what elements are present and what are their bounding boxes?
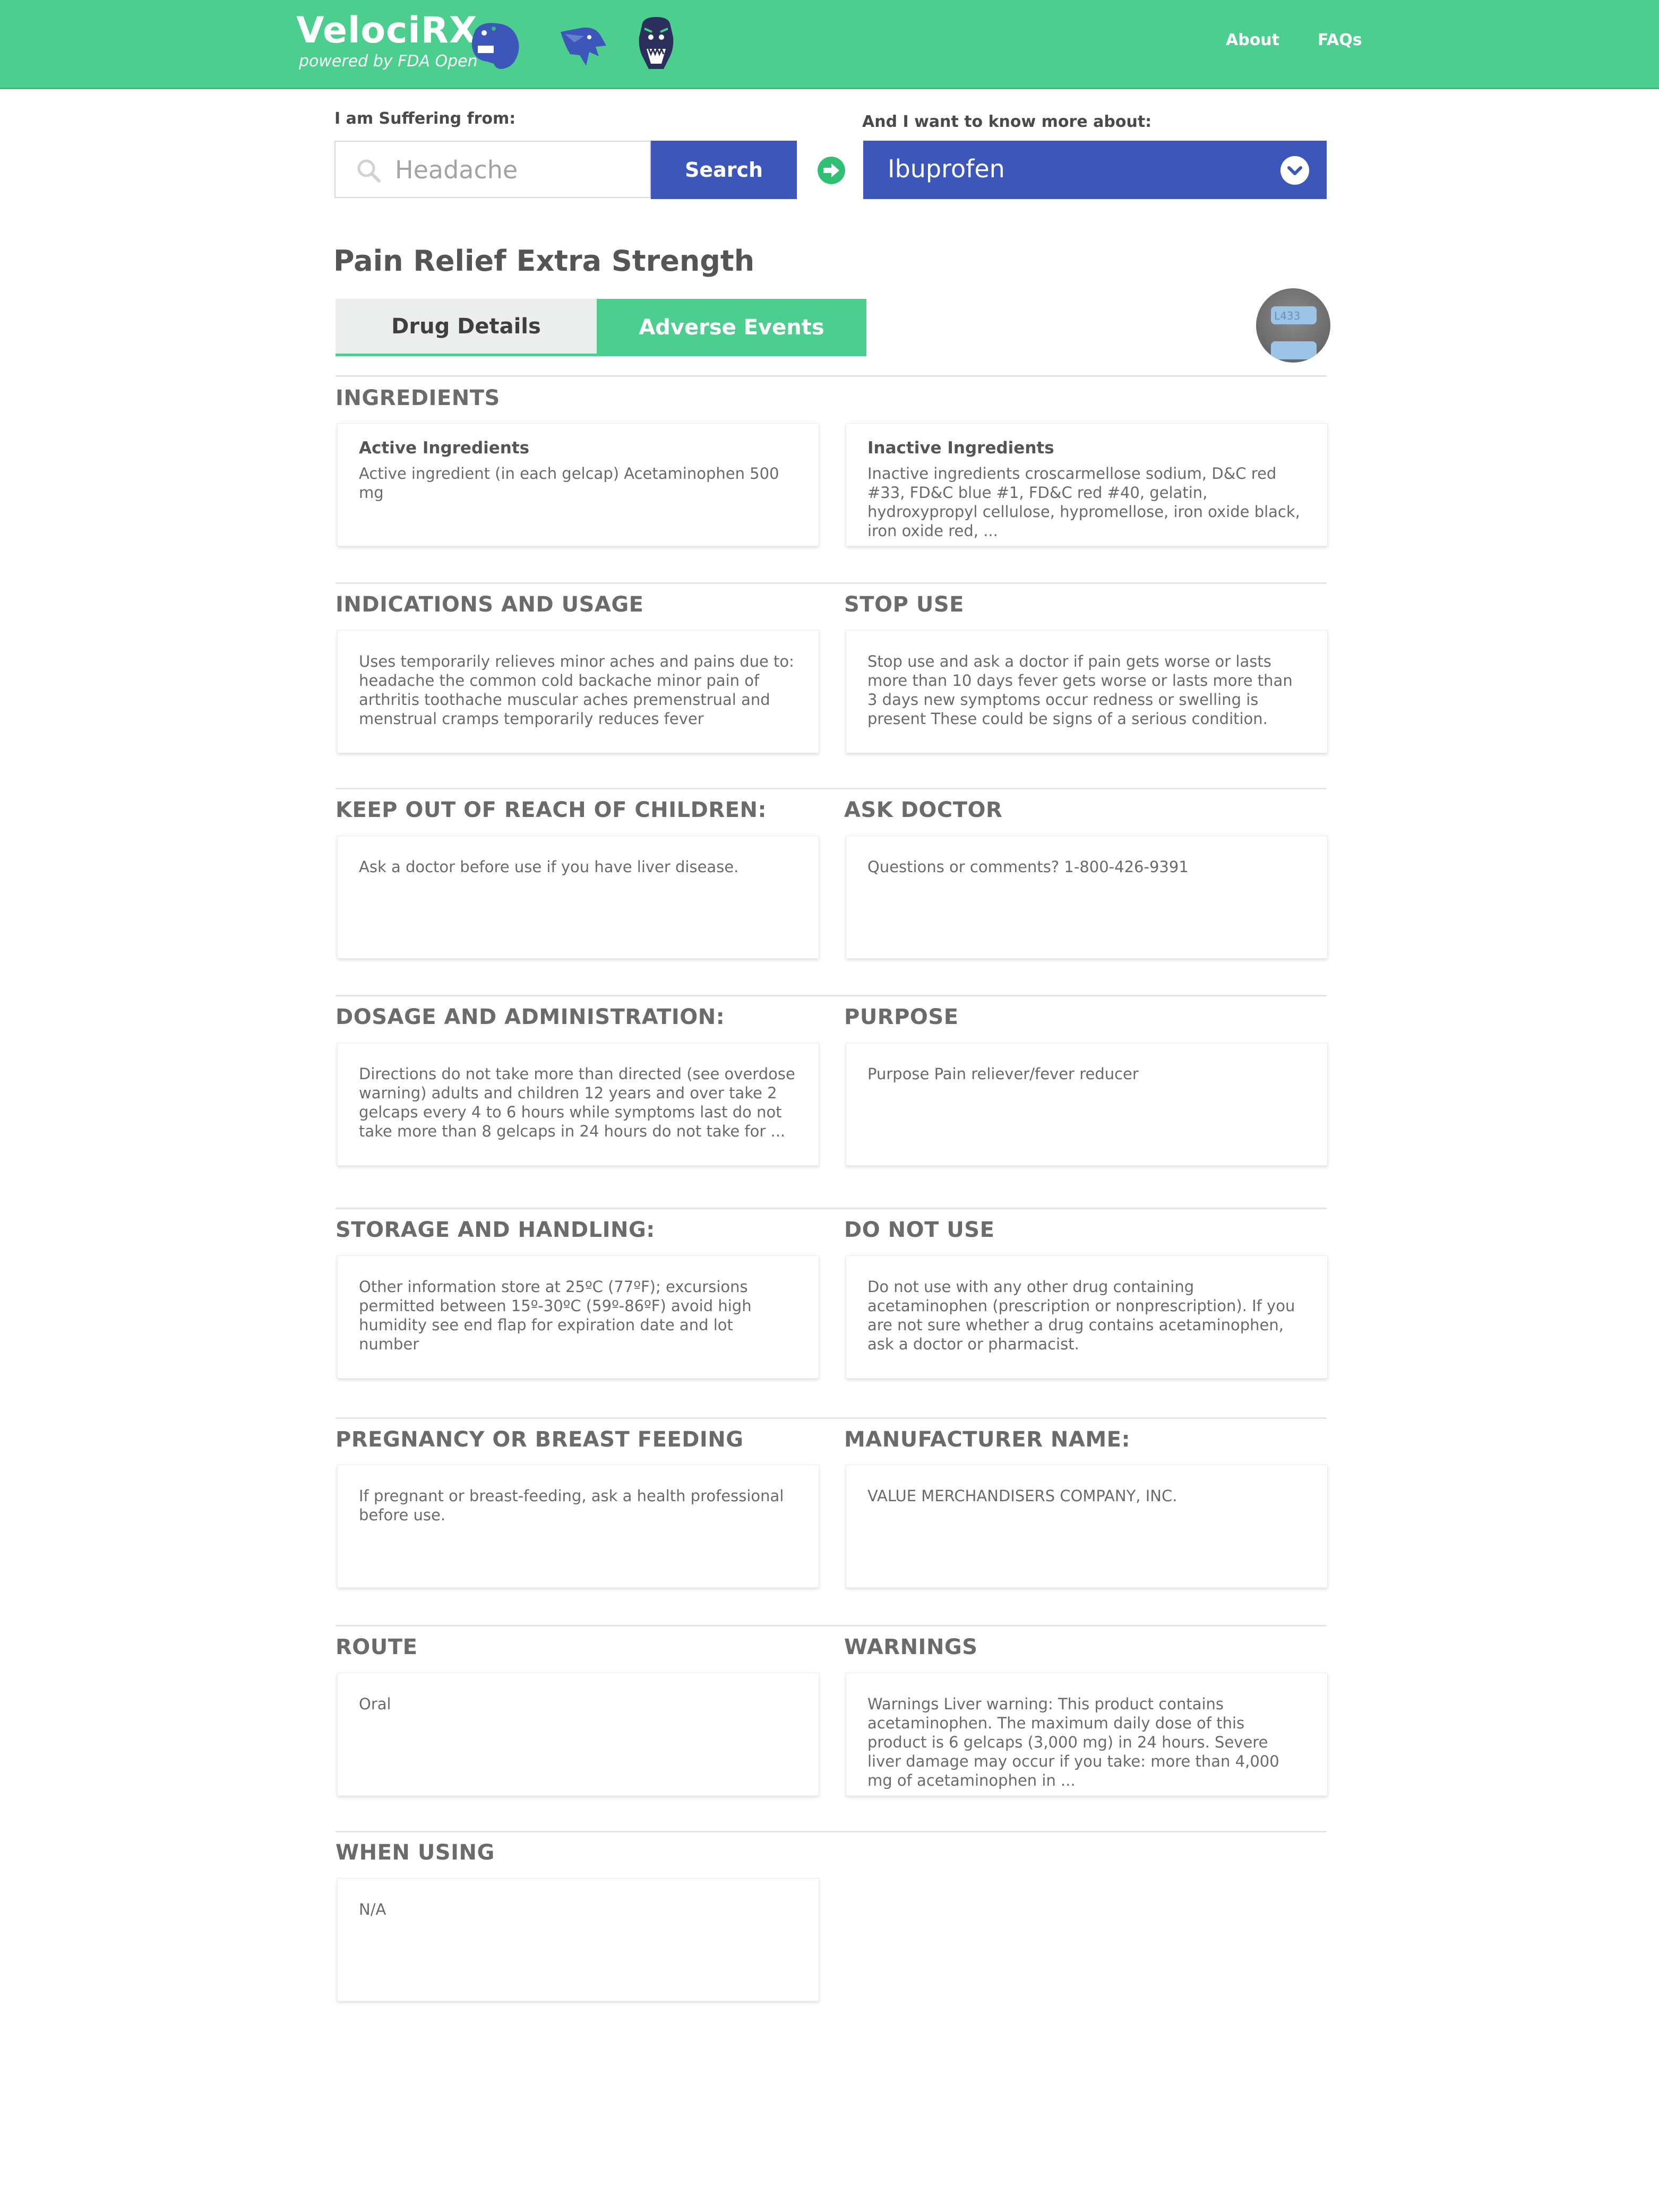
keep-out-heading: KEEP OUT OF REACH OF CHILDREN:	[336, 798, 767, 822]
manufacturer-card: VALUE MERCHANDISERS COMPANY, INC.	[846, 1465, 1328, 1588]
warnings-text: Warnings Liver warning: This product con…	[867, 1695, 1279, 1789]
storage-card: Other information store at 25ºC (77ºF); …	[337, 1255, 819, 1379]
stop-use-heading: STOP USE	[844, 592, 964, 617]
symptom-search-box[interactable]	[334, 141, 651, 198]
indications-text: Uses temporarily relieves minor aches an…	[359, 652, 794, 728]
divider	[336, 788, 1327, 789]
logo[interactable]: VelociRX	[296, 10, 477, 51]
tab-drug-details[interactable]: Drug Details	[336, 299, 597, 356]
stop-use-card: Stop use and ask a doctor if pain gets w…	[846, 630, 1328, 753]
arrow-right-icon	[818, 157, 845, 184]
warnings-heading: WARNINGS	[844, 1635, 978, 1659]
suffering-label: I am Suffering from:	[334, 109, 516, 128]
storage-heading: STORAGE AND HANDLING:	[336, 1218, 655, 1242]
keep-out-card: Ask a doctor before use if you have live…	[337, 836, 819, 959]
inactive-ingredients-title: Inactive Ingredients	[867, 438, 1054, 458]
nav-about[interactable]: About	[1226, 31, 1279, 49]
ingredients-heading: INGREDIENTS	[336, 386, 500, 410]
pill-image[interactable]: L433	[1256, 288, 1330, 363]
know-more-label: And I want to know more about:	[862, 113, 1152, 131]
active-ingredients-title: Active Ingredients	[359, 438, 530, 458]
pregnancy-heading: PREGNANCY OR BREAST FEEDING	[336, 1427, 744, 1452]
logo-tagline: powered by FDA Open	[299, 52, 478, 71]
storage-text: Other information store at 25ºC (77ºF); …	[359, 1278, 752, 1353]
inactive-ingredients-card: Inactive Ingredients Inactive ingredient…	[846, 423, 1328, 546]
nav-faqs[interactable]: FAQs	[1318, 31, 1362, 49]
top-header: VelociRX powered by FDA Open About FAQs	[0, 0, 1659, 89]
ask-doctor-card: Questions or comments? 1-800-426-9391	[846, 836, 1328, 959]
divider	[336, 1208, 1327, 1209]
divider	[336, 1417, 1327, 1419]
inactive-ingredients-text: Inactive ingredients croscarmellose sodi…	[867, 464, 1300, 540]
purpose-card: Purpose Pain reliever/fever reducer	[846, 1043, 1328, 1166]
indications-card: Uses temporarily relieves minor aches an…	[337, 630, 819, 753]
ask-doctor-text: Questions or comments? 1-800-426-9391	[867, 858, 1189, 876]
purpose-heading: PURPOSE	[844, 1005, 959, 1029]
keep-out-text: Ask a doctor before use if you have live…	[359, 858, 739, 876]
indications-heading: INDICATIONS AND USAGE	[336, 592, 644, 617]
trex-head-icon	[639, 17, 674, 69]
pregnancy-text: If pregnant or breast-feeding, ask a hea…	[359, 1487, 784, 1524]
stop-use-text: Stop use and ask a doctor if pain gets w…	[867, 652, 1293, 728]
divider	[336, 582, 1327, 584]
symptom-search-input[interactable]	[394, 153, 640, 186]
when-using-heading: WHEN USING	[336, 1840, 495, 1865]
tab-adverse-events[interactable]: Adverse Events	[597, 299, 866, 356]
divider	[336, 375, 1327, 377]
drug-title: Pain Relief Extra Strength	[333, 244, 755, 278]
do-not-use-card: Do not use with any other drug containin…	[846, 1255, 1328, 1379]
search-icon	[357, 159, 381, 183]
purpose-text: Purpose Pain reliever/fever reducer	[867, 1065, 1139, 1083]
divider	[336, 995, 1327, 996]
divider	[336, 1625, 1327, 1626]
route-card: Oral	[337, 1673, 819, 1796]
manufacturer-text: VALUE MERCHANDISERS COMPANY, INC.	[867, 1487, 1177, 1505]
chevron-down-icon[interactable]	[1280, 156, 1309, 185]
do-not-use-text: Do not use with any other drug containin…	[867, 1278, 1295, 1353]
do-not-use-heading: DO NOT USE	[844, 1218, 995, 1242]
when-using-text: N/A	[359, 1900, 386, 1918]
route-heading: ROUTE	[336, 1635, 418, 1659]
when-using-card: N/A	[337, 1878, 819, 2001]
active-ingredients-card: Active Ingredients Active ingredient (in…	[337, 423, 819, 546]
pill-imprint: L433	[1274, 309, 1301, 322]
route-text: Oral	[359, 1695, 391, 1713]
active-ingredients-text: Active ingredient (in each gelcap) Aceta…	[359, 464, 779, 502]
pterodactyl-icon	[561, 27, 606, 66]
warnings-card: Warnings Liver warning: This product con…	[846, 1673, 1328, 1796]
selected-drug: Ibuprofen	[888, 154, 1005, 183]
divider	[336, 1831, 1327, 1832]
dosage-heading: DOSAGE AND ADMINISTRATION:	[336, 1005, 725, 1029]
dinosaur-head-icon	[471, 23, 519, 70]
search-button[interactable]: Search	[651, 141, 797, 199]
dosage-text: Directions do not take more than directe…	[359, 1065, 795, 1140]
ask-doctor-heading: ASK DOCTOR	[844, 798, 1003, 822]
manufacturer-heading: MANUFACTURER NAME:	[844, 1427, 1130, 1452]
drug-select-dropdown[interactable]: Ibuprofen	[863, 141, 1327, 199]
pregnancy-card: If pregnant or breast-feeding, ask a hea…	[337, 1465, 819, 1588]
dosage-card: Directions do not take more than directe…	[337, 1043, 819, 1166]
